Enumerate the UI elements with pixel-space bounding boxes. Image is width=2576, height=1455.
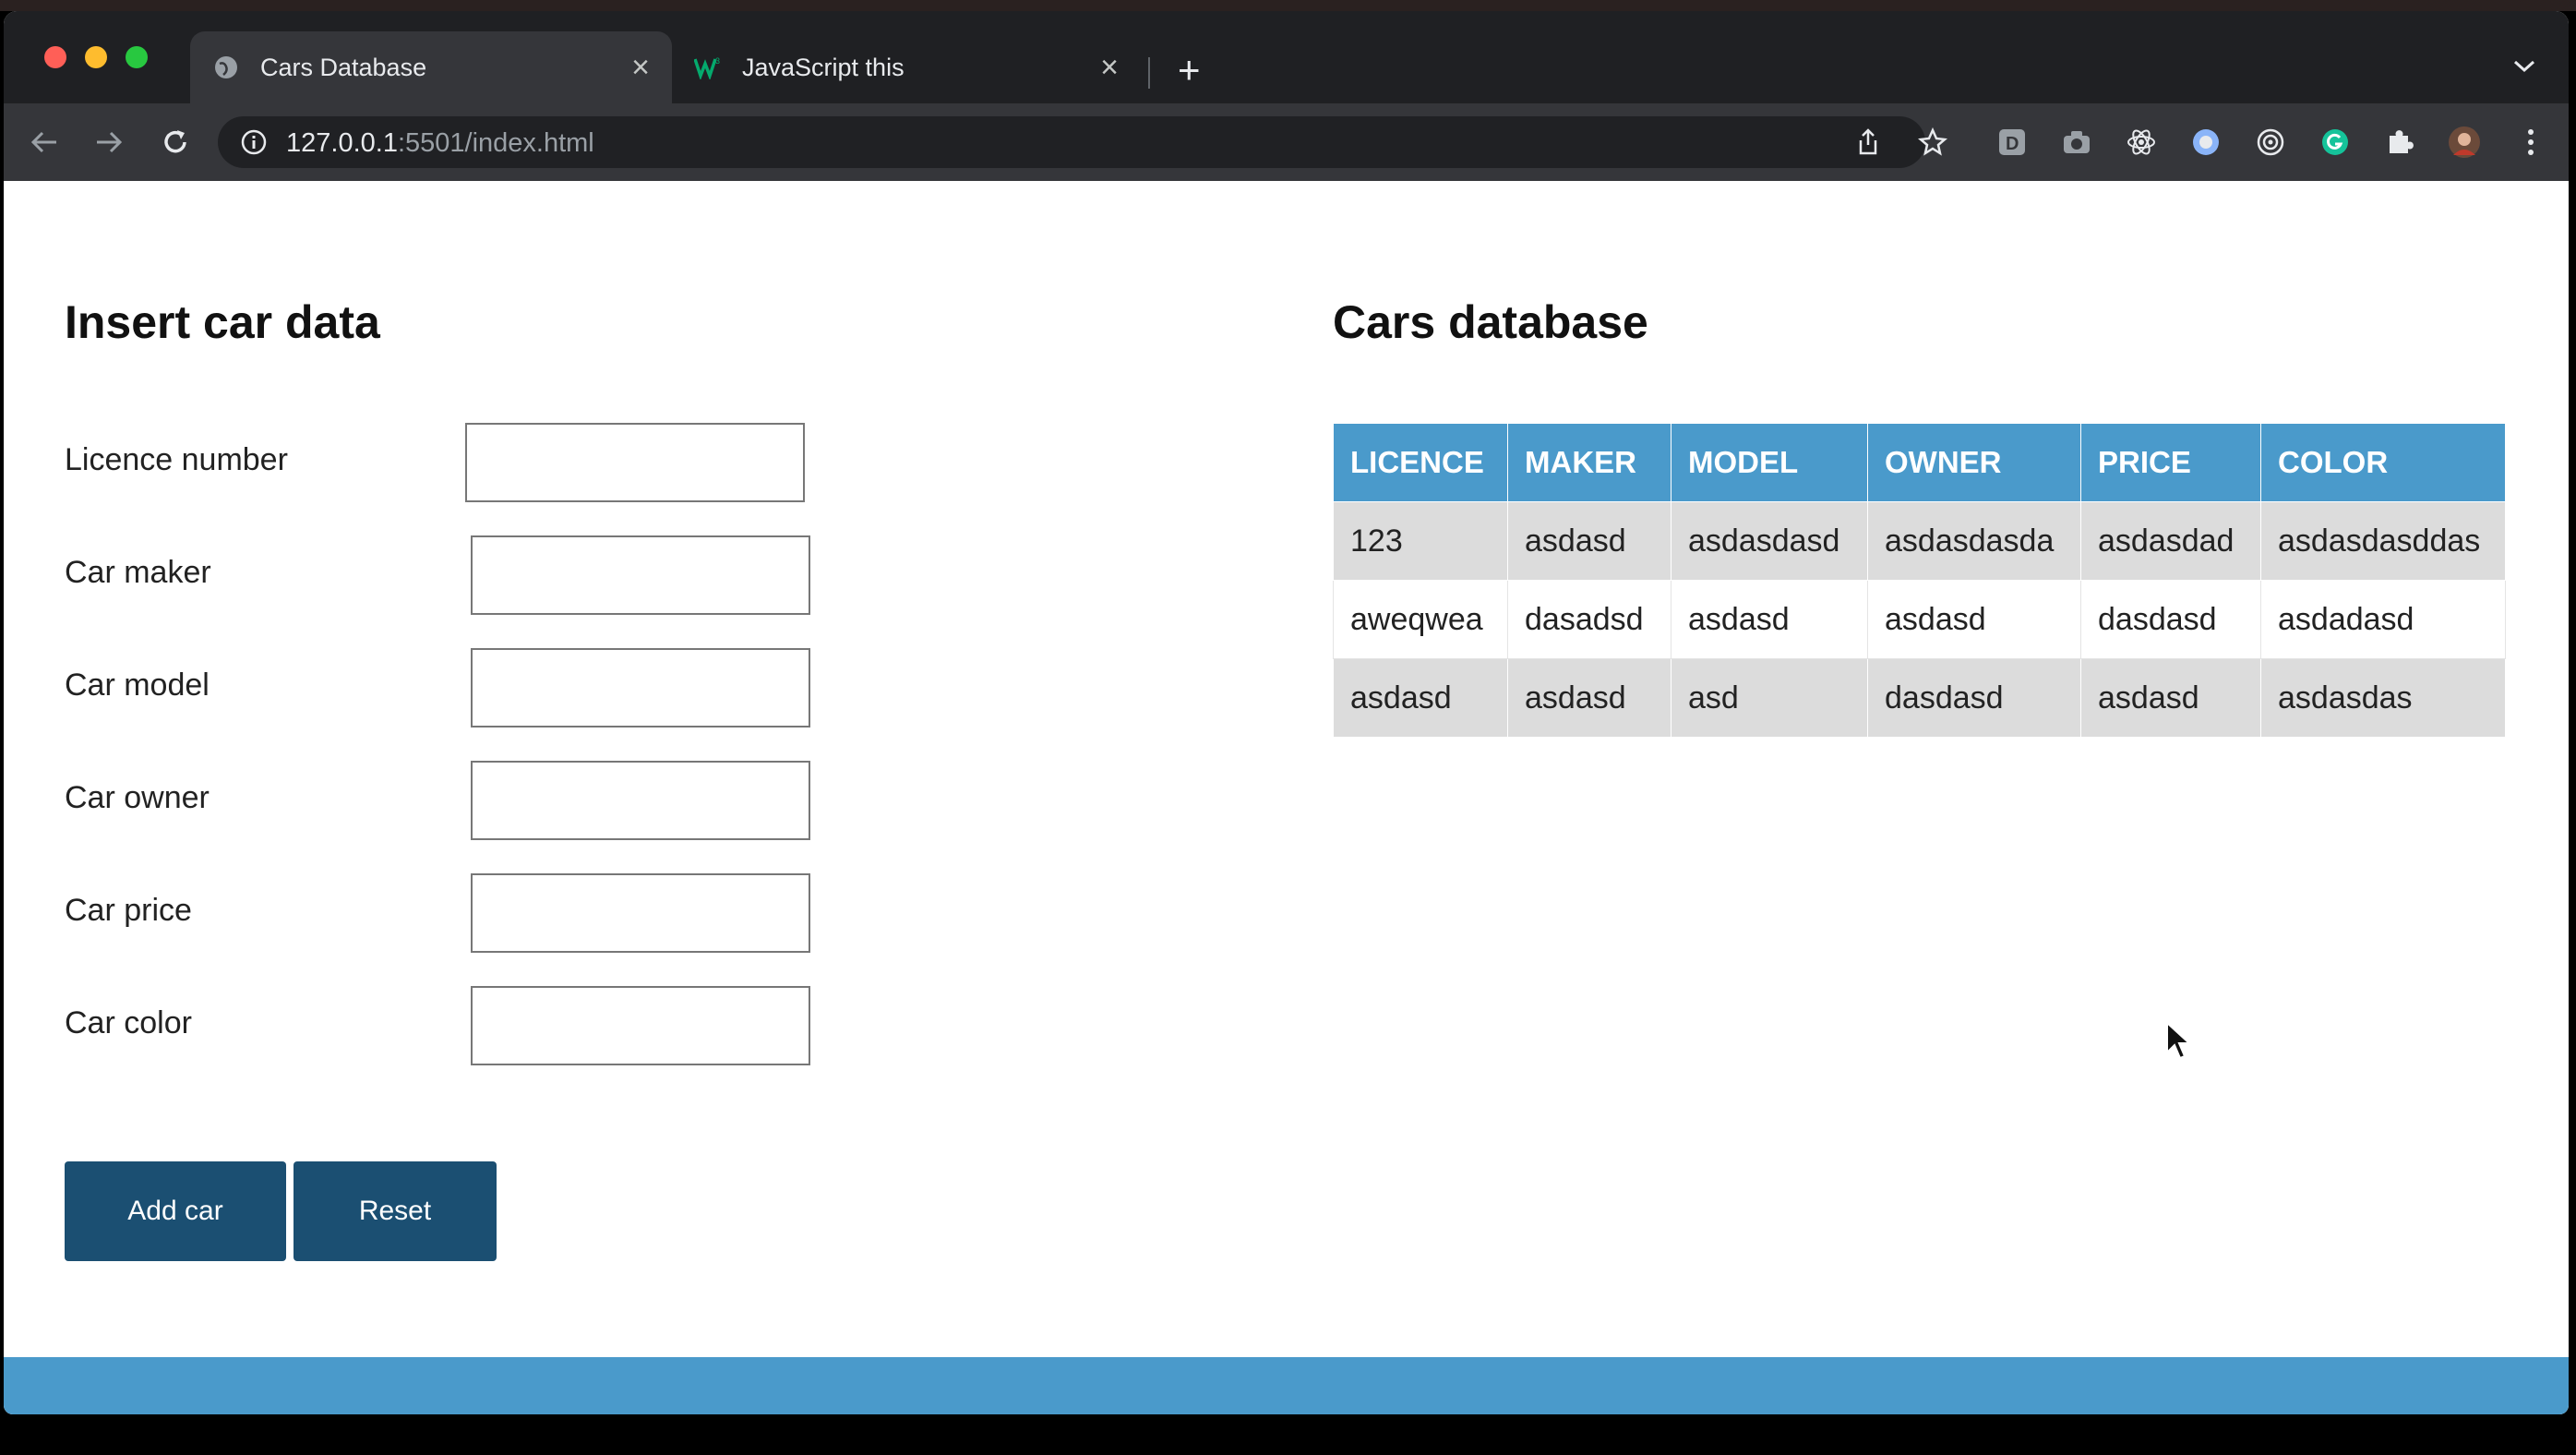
table-cell: asdasdas [2260,658,2506,738]
back-arrow-icon[interactable] [24,122,65,162]
chevron-down-icon[interactable] [2512,59,2536,78]
licence-number-label: Licence number [65,442,288,477]
cars-table: LICENCE MAKER MODEL OWNER PRICE COLOR 12… [1333,423,2506,738]
puzzle-extensions-icon[interactable] [2379,122,2420,162]
column-header-licence: LICENCE [1333,423,1508,502]
car-price-label: Car price [65,893,192,928]
tab-divider [1148,57,1150,89]
close-tab-icon[interactable]: × [631,52,650,83]
reset-button[interactable]: Reset [294,1161,497,1261]
car-model-label: Car model [65,667,210,703]
table-cell: aweqwea [1333,580,1508,659]
table-row: aweqwea dasadsd asdasd asdasd dasdasd as… [1333,580,2506,659]
table-cell: asdasd [2080,658,2261,738]
car-model-input[interactable] [471,648,810,728]
mouse-cursor-icon [2165,1020,2193,1066]
extension-d-icon[interactable]: D [1992,122,2032,162]
react-devtools-icon[interactable] [2121,122,2162,162]
site-info-icon[interactable] [240,128,268,161]
table-row: asdasd asdasd asd dasdasd asdasd asdasda… [1333,658,2506,738]
tab-javascript-this[interactable]: 3 JavaScript this × [672,31,1141,103]
table-cell: asdasd [1507,658,1671,738]
table-cell: asdasdasddas [2260,501,2506,581]
svg-text:3: 3 [715,56,720,66]
page-footer [4,1357,2569,1414]
target-icon[interactable] [2250,122,2291,162]
car-owner-input[interactable] [471,761,810,840]
table-cell: asd [1671,658,1868,738]
bookmark-star-icon[interactable] [1912,122,1953,162]
table-cell: asdasdad [2080,501,2261,581]
tab-title: JavaScript this [742,53,905,81]
minimize-window-button[interactable] [85,46,107,68]
address-bar[interactable]: 127.0.0.1:5501/index.html [218,116,1925,168]
table-header-row: LICENCE MAKER MODEL OWNER PRICE COLOR [1333,423,2506,502]
new-tab-icon[interactable]: + [1178,51,1201,90]
browser-window: Cars Database × 3 JavaScript this × + 12… [4,11,2569,1414]
column-header-price: PRICE [2080,423,2261,502]
form-heading: Insert car data [65,296,380,348]
table-cell: asdasdasda [1867,501,2081,581]
extension-blue-circle-icon[interactable] [2186,122,2226,162]
tab-cars-database[interactable]: Cars Database × [190,31,672,103]
tab-strip: Cars Database × 3 JavaScript this × + [4,11,2569,103]
table-cell: asdasd [1507,501,1671,581]
forward-arrow-icon[interactable] [89,122,129,162]
system-menubar-strip [0,0,2576,11]
close-window-button[interactable] [44,46,66,68]
licence-number-input[interactable] [465,423,805,502]
car-maker-label: Car maker [65,555,211,590]
table-cell: dasdasd [2080,580,2261,659]
column-header-color: COLOR [2260,423,2506,502]
share-icon[interactable] [1848,122,1888,162]
url-text: 127.0.0.1:5501/index.html [286,128,594,158]
add-car-button[interactable]: Add car [65,1161,286,1261]
more-menu-icon[interactable] [2510,122,2551,162]
car-color-input[interactable] [471,986,810,1065]
table-cell: asdasd [1867,580,2081,659]
database-heading: Cars database [1333,296,1648,348]
column-header-maker: MAKER [1507,423,1671,502]
table-cell: asdadasd [2260,580,2506,659]
close-tab-icon[interactable]: × [1100,52,1119,83]
table-cell: asdasdasd [1671,501,1868,581]
tab-title: Cars Database [260,53,427,81]
table-cell: dasadsd [1507,580,1671,659]
car-maker-input[interactable] [471,535,810,615]
column-header-owner: OWNER [1867,423,2081,502]
car-owner-label: Car owner [65,780,210,815]
browser-toolbar: 127.0.0.1:5501/index.html D [4,103,2569,181]
table-cell: asdasd [1333,658,1508,738]
table-row: 123 asdasd asdasdasd asdasdasda asdasdad… [1333,501,2506,581]
table-cell: asdasd [1671,580,1868,659]
globe-icon [212,54,240,81]
maximize-window-button[interactable] [126,46,148,68]
column-header-model: MODEL [1671,423,1868,502]
page-content: Insert car data Licence number Car maker… [4,181,2569,1414]
grammarly-icon[interactable] [2315,122,2355,162]
camera-icon[interactable] [2056,122,2097,162]
car-color-label: Car color [65,1005,192,1040]
profile-avatar[interactable] [2444,122,2485,162]
table-cell: 123 [1333,501,1508,581]
svg-text:D: D [2006,134,2019,154]
car-price-input[interactable] [471,873,810,953]
table-cell: dasdasd [1867,658,2081,738]
w3schools-icon: 3 [694,54,722,81]
reload-icon[interactable] [155,122,196,162]
